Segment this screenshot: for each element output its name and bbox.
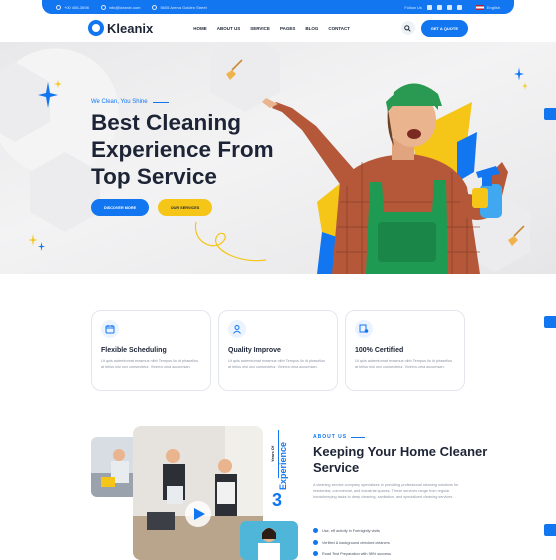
nav-contact[interactable]: CONTACT [328,26,350,31]
language-selector[interactable]: English [475,4,500,10]
sparkle-icon [38,242,45,251]
phone-info[interactable]: +00 456-3698 [56,4,89,10]
feature-text: Ut quis autemtomat erasmus nibh Tempus l… [101,359,199,369]
hex-decoration [30,152,100,232]
main-nav: HOME ABOUT US SERVICE PAGES BLOG CONTACT [193,26,360,31]
nav-pages[interactable]: PAGES [280,26,295,31]
main-header: Kleanix HOME ABOUT US SERVICE PAGES BLOG… [0,14,556,42]
hero-cleaner-image [262,83,508,274]
facebook-icon[interactable] [426,4,432,10]
about-image-bottom [240,521,298,560]
logo[interactable]: Kleanix [88,20,153,36]
nav-home[interactable]: HOME [193,26,207,31]
instagram-icon[interactable] [456,4,462,10]
top-bar: +00 456-3698 info@kleanix.com 5605 Arena… [42,0,514,14]
address-info: 5605 Arena Golden Street [152,4,207,10]
side-floating-button[interactable] [544,524,556,536]
search-icon [404,24,411,32]
follow-label: Follow Us [404,4,422,10]
email-info[interactable]: info@kleanix.com [100,4,140,10]
feature-card-quality-improve[interactable]: Quality Improve Ut quis autemtomat erasm… [218,310,338,391]
logo-icon [88,20,104,36]
tagline-line [152,101,169,103]
discover-more-button[interactable]: DISCOVER MORE [91,199,149,216]
worker-icon [228,320,246,338]
check-icon [313,528,318,533]
broom-icon [226,59,243,80]
side-floating-button[interactable] [544,316,556,328]
about-check-item: Road Test Preparation with 98% success [313,551,391,556]
our-services-button[interactable]: OUR SERVICES [158,199,212,216]
feature-text: Ut quis autemtomat erasmus nibh Tempus l… [355,359,453,369]
nav-service[interactable]: SERVICE [250,26,270,31]
youtube-icon[interactable] [446,4,452,10]
feature-card-flexible-scheduling[interactable]: Flexible Scheduling Ut quis autemtomat e… [91,310,211,391]
feature-card-certified[interactable]: 100% Certified Ut quis autemtomat erasmu… [345,310,465,391]
check-icon [313,551,318,556]
about-label: ABOUT US [313,434,366,440]
get-quote-button[interactable]: GET A QUOTE [420,19,468,37]
about-check-item: Use, eff activity in Fortnightly visits [313,528,380,533]
curly-arrow-decoration [194,221,267,262]
calendar-icon [101,320,119,338]
search-button[interactable] [400,21,415,35]
about-title: Keeping Your Home Cleaner Service [313,444,488,475]
experience-badge: Years Of Experience 3 [264,426,296,516]
feature-title: 100% Certified [355,347,404,354]
twitter-icon[interactable] [436,4,442,10]
location-icon [152,4,158,10]
mail-icon [100,4,106,10]
about-text: A cleaning service company specializes i… [313,483,459,500]
sparkle-icon [522,82,528,90]
feature-title: Quality Improve [228,347,281,354]
sparkle-icon [54,80,62,88]
feature-text: Ut quis autemtomat erasmus nibh Tempus l… [228,359,326,369]
about-check-item: Verified & background checked cleaners [313,540,390,545]
hero-section: We Clean, You Shine Best Cleaning Experi… [0,42,556,274]
feature-title: Flexible Scheduling [101,347,167,354]
certificate-icon [355,320,373,338]
check-icon [313,540,318,545]
nav-blog[interactable]: BLOG [305,26,318,31]
hero-tagline: We Clean, You Shine [91,99,169,105]
flag-icon [475,4,484,10]
years-value: 3 [272,490,283,510]
side-floating-button[interactable] [544,108,556,120]
phone-icon [56,4,61,10]
nav-about[interactable]: ABOUT US [217,26,241,31]
sparkle-icon [28,234,38,246]
brand-name: Kleanix [107,20,154,36]
